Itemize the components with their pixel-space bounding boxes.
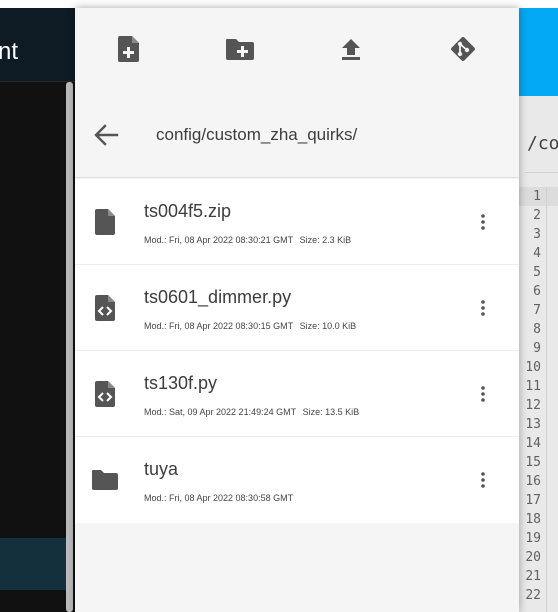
- row-menu-button[interactable]: [471, 209, 495, 235]
- file-size: Size: 13.5 KiB: [302, 407, 360, 417]
- new-folder-button[interactable]: [223, 32, 257, 66]
- file-modified: Mod.: Fri, 08 Apr 2022 08:30:58 GMT: [144, 493, 294, 503]
- line-number: 19: [525, 531, 541, 546]
- file-modified: Mod.: Sat, 09 Apr 2022 21:49:24 GMT: [144, 407, 297, 417]
- background-editor-path: /co: [527, 133, 558, 154]
- file-browser-dialog: config/custom_zha_quirks/ ts004f5.zip Mo…: [75, 8, 519, 612]
- line-number: 16: [525, 474, 541, 489]
- file-modified: Mod.: Fri, 08 Apr 2022 08:30:21 GMT: [144, 235, 294, 245]
- line-number: 10: [525, 360, 541, 375]
- file-list: ts004f5.zip Mod.: Fri, 08 Apr 2022 08:30…: [75, 179, 519, 523]
- line-number: 6: [533, 284, 541, 299]
- file-row-ts130f-py[interactable]: ts130f.py Mod.: Sat, 09 Apr 2022 21:49:2…: [75, 351, 519, 437]
- background-sidebar-title: nt: [0, 38, 19, 65]
- new-file-button[interactable]: [112, 32, 146, 66]
- line-number: 12: [525, 398, 541, 413]
- upload-icon: [342, 39, 360, 60]
- line-number: 11: [525, 379, 541, 394]
- current-path: config/custom_zha_quirks/: [156, 125, 358, 144]
- file-name: ts0601_dimmer.py: [144, 287, 292, 307]
- line-number: 21: [525, 569, 541, 584]
- line-number: 5: [533, 265, 541, 280]
- file-name: ts130f.py: [144, 373, 218, 393]
- background-sidebar-selected-item: [0, 538, 66, 590]
- folder-icon: [92, 470, 118, 490]
- background-sidebar-header: nt: [0, 8, 75, 82]
- background-scrollbar[interactable]: [66, 82, 73, 612]
- top-strip: [0, 0, 558, 8]
- line-number: 18: [525, 512, 541, 527]
- line-number: 8: [533, 322, 541, 337]
- line-number: 4: [533, 246, 541, 261]
- row-menu-button[interactable]: [471, 467, 495, 493]
- file-modified: Mod.: Fri, 08 Apr 2022 08:30:15 GMT: [144, 321, 294, 331]
- file-meta: Mod.: Fri, 08 Apr 2022 08:30:15 GMT Size…: [144, 321, 360, 331]
- line-number: 3: [533, 227, 541, 242]
- file-size: Size: 2.3 KiB: [299, 235, 352, 245]
- background-editor-header: [519, 8, 558, 96]
- file-row-ts0601-dimmer-py[interactable]: ts0601_dimmer.py Mod.: Fri, 08 Apr 2022 …: [75, 265, 519, 351]
- file-plus-icon: [118, 36, 139, 62]
- file-code-icon: [95, 295, 115, 321]
- folder-row-tuya[interactable]: tuya Mod.: Fri, 08 Apr 2022 08:30:58 GMT: [75, 437, 519, 523]
- file-browser-toolbar: [75, 8, 519, 94]
- background-editor-divider: [525, 172, 558, 173]
- folder-plus-icon: [226, 39, 254, 60]
- row-menu-button[interactable]: [471, 381, 495, 407]
- more-vertical-icon: [481, 386, 485, 402]
- background-editor: /co 1 2 3 4 5 6 7 8 9 10 11 12 13 14 15 16 17 18 19 20 21 22: [519, 0, 558, 612]
- line-number: 9: [533, 341, 541, 356]
- line-number: 2: [533, 208, 541, 223]
- file-icon: [95, 209, 115, 235]
- background-editor-gutter-divider: [546, 187, 547, 612]
- back-button[interactable]: [91, 120, 121, 150]
- row-menu-button[interactable]: [471, 295, 495, 321]
- line-number: 1: [533, 189, 541, 204]
- line-number: 13: [525, 417, 541, 432]
- line-number: 7: [533, 303, 541, 318]
- file-meta: Mod.: Sat, 09 Apr 2022 21:49:24 GMT Size…: [144, 407, 363, 417]
- line-number: 15: [525, 455, 541, 470]
- more-vertical-icon: [481, 300, 485, 316]
- line-number: 17: [525, 493, 541, 508]
- file-meta: Mod.: Fri, 08 Apr 2022 08:30:21 GMT Size…: [144, 235, 355, 245]
- file-name: ts004f5.zip: [144, 201, 232, 221]
- file-name: tuya: [144, 459, 179, 479]
- line-number: 22: [525, 588, 541, 603]
- path-bar: config/custom_zha_quirks/: [75, 94, 519, 178]
- line-number: 14: [525, 436, 541, 451]
- file-row-ts004f5-zip[interactable]: ts004f5.zip Mod.: Fri, 08 Apr 2022 08:30…: [75, 179, 519, 265]
- upload-button[interactable]: [334, 32, 368, 66]
- background-sidebar: nt: [0, 0, 75, 612]
- file-code-icon: [95, 381, 115, 407]
- more-vertical-icon: [481, 472, 485, 488]
- git-button[interactable]: [446, 32, 480, 66]
- file-size: Size: 10.0 KiB: [299, 321, 357, 331]
- file-meta: Mod.: Fri, 08 Apr 2022 08:30:58 GMT: [144, 493, 297, 503]
- git-icon: [451, 37, 475, 61]
- line-number: 20: [525, 550, 541, 565]
- more-vertical-icon: [481, 214, 485, 230]
- arrow-left-icon: [94, 124, 119, 146]
